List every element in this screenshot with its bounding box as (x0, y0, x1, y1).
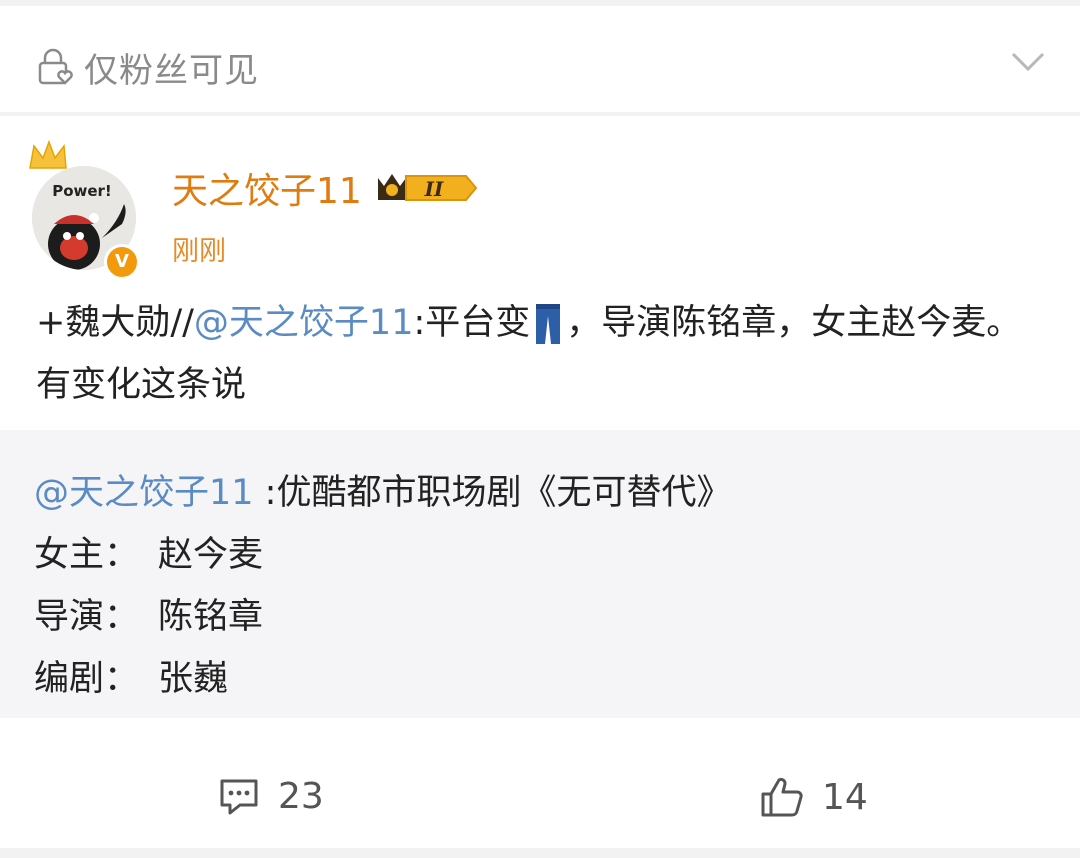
author-row: 天之饺子11 II (172, 162, 478, 214)
vip-level-text: II (423, 177, 443, 201)
post-text-prefix: +魏大勋// (36, 303, 194, 343)
post-text: +魏大勋//@天之饺子11:平台变 ，导演陈铭章，女主赵今麦。有变化这条说 (36, 292, 1046, 416)
quote-title: :优酷都市职场剧《无可替代》 (253, 473, 732, 513)
author-name[interactable]: 天之饺子11 (172, 162, 362, 214)
visibility-text: 仅粉丝可见 (84, 50, 259, 91)
vip-level-badge-icon[interactable]: II (374, 170, 478, 206)
quote-row-value: 张巍 (158, 659, 229, 699)
quote-row: 导演： 陈铭章 (34, 588, 263, 639)
like-count: 14 (822, 776, 868, 818)
jeans-emoji-icon (536, 304, 561, 344)
chevron-down-icon[interactable] (1010, 44, 1046, 80)
quote-row: 编剧： 张巍 (34, 650, 228, 701)
quoted-repost[interactable]: @天之饺子11 :优酷都市职场剧《无可替代》 女主： 赵今麦 导演： 陈铭章 编剧：… (0, 430, 1080, 718)
visibility-label: 仅粉丝可见 (36, 44, 259, 91)
quote-row-value: 陈铭章 (158, 597, 264, 637)
mention-link[interactable]: @天之饺子11 (194, 303, 414, 343)
comment-count: 23 (278, 776, 324, 817)
thumbs-up-icon (761, 777, 803, 817)
quote-mention-link[interactable]: @天之饺子11 (34, 473, 254, 513)
quote-header: @天之饺子11 :优酷都市职场剧《无可替代》 (34, 464, 731, 515)
post-time: 刚刚 (172, 236, 226, 267)
verified-badge: V (104, 244, 140, 280)
lock-heart-icon (38, 48, 73, 85)
quote-row-label: 编剧： (34, 659, 140, 699)
comment-icon (220, 779, 258, 814)
quote-row-label: 女主： (34, 535, 140, 575)
avatar-group[interactable]: Power! V (26, 138, 146, 280)
visibility-bar: 仅粉丝可见 (0, 6, 1080, 112)
crown-icon (29, 139, 67, 169)
like-button[interactable]: 14 (760, 776, 868, 818)
avatar-text: Power! (52, 182, 112, 200)
quote-row-value: 赵今麦 (158, 535, 264, 575)
weibo-post-card: Power! V 天之饺子11 II 刚刚 +魏大勋//@天之饺子11:平台变 (0, 116, 1080, 848)
comment-button[interactable]: 23 (218, 776, 324, 817)
action-bar: 23 14 (0, 766, 1080, 836)
quote-row: 女主： 赵今麦 (34, 526, 263, 577)
post-text-a: :平台变 (413, 303, 531, 343)
quote-row-label: 导演： (34, 597, 140, 637)
